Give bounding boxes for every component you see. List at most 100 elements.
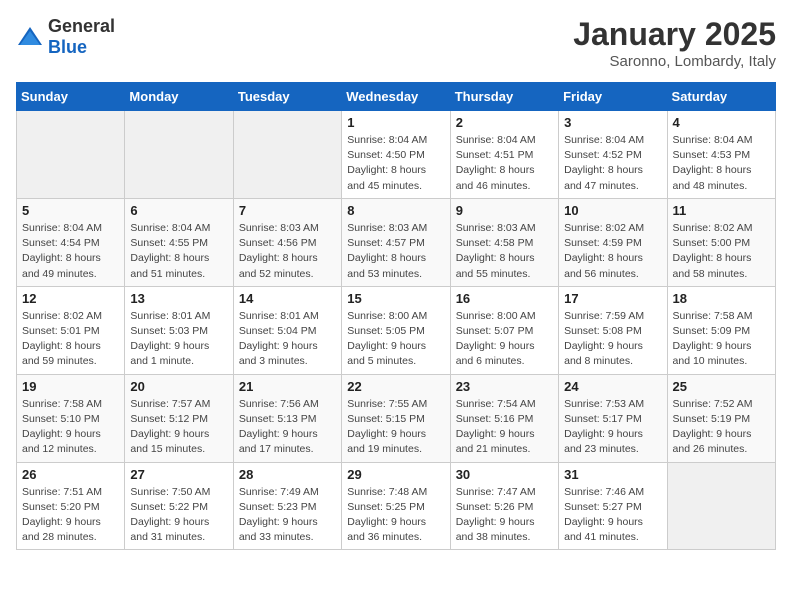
day-number: 2 (456, 115, 553, 130)
calendar-cell: 17 Sunrise: 7:59 AMSunset: 5:08 PMDayligh… (559, 286, 667, 374)
day-info: Sunrise: 7:55 AMSunset: 5:15 PMDaylight:… (347, 397, 444, 458)
day-info: Sunrise: 8:01 AMSunset: 5:03 PMDaylight:… (130, 309, 227, 370)
day-number: 29 (347, 467, 444, 482)
calendar-cell: 5 Sunrise: 8:04 AMSunset: 4:54 PMDaylight… (17, 198, 125, 286)
day-number: 10 (564, 203, 661, 218)
day-info: Sunrise: 8:03 AMSunset: 4:57 PMDaylight:… (347, 221, 444, 282)
weekday-header-thursday: Thursday (450, 83, 558, 111)
day-number: 3 (564, 115, 661, 130)
day-info: Sunrise: 7:48 AMSunset: 5:25 PMDaylight:… (347, 485, 444, 546)
day-info: Sunrise: 7:46 AMSunset: 5:27 PMDaylight:… (564, 485, 661, 546)
calendar-cell: 21Sunrise: 7:56 AMSunset: 5:13 PMDayligh… (233, 374, 341, 462)
calendar-cell (17, 111, 125, 199)
calendar-cell: 12Sunrise: 8:02 AMSunset: 5:01 PMDayligh… (17, 286, 125, 374)
calendar-cell: 16 Sunrise: 8:00 AMSunset: 5:07 PMDayligh… (450, 286, 558, 374)
calendar-cell: 18 Sunrise: 7:58 AMSunset: 5:09 PMDayligh… (667, 286, 775, 374)
calendar-cell: 26 Sunrise: 7:51 AMSunset: 5:20 PMDayligh… (17, 462, 125, 550)
calendar-cell: 11 Sunrise: 8:02 AMSunset: 5:00 PMDayligh… (667, 198, 775, 286)
day-info: Sunrise: 7:52 AMSunset: 5:19 PMDaylight:… (673, 397, 770, 458)
title-area: January 2025 Saronno, Lombardy, Italy (573, 16, 776, 70)
logo-blue: Blue (48, 37, 87, 57)
logo-general: General (48, 16, 115, 36)
weekday-header-row: SundayMondayTuesdayWednesdayThursdayFrid… (17, 83, 776, 111)
day-info: Sunrise: 8:02 AMSunset: 5:00 PMDaylight:… (673, 221, 770, 282)
logo: General Blue (16, 16, 115, 58)
day-info: Sunrise: 7:58 AMSunset: 5:10 PMDaylight:… (22, 397, 119, 458)
calendar-cell: 3 Sunrise: 8:04 AMSunset: 4:52 PMDaylight… (559, 111, 667, 199)
day-number: 5 (22, 203, 119, 218)
calendar-cell: 23Sunrise: 7:54 AMSunset: 5:16 PMDayligh… (450, 374, 558, 462)
day-info: Sunrise: 8:04 AMSunset: 4:55 PMDaylight:… (130, 221, 227, 282)
day-info: Sunrise: 7:58 AMSunset: 5:09 PMDaylight:… (673, 309, 770, 370)
calendar-cell: 7 Sunrise: 8:03 AMSunset: 4:56 PMDaylight… (233, 198, 341, 286)
day-number: 9 (456, 203, 553, 218)
day-number: 30 (456, 467, 553, 482)
calendar-cell: 6Sunrise: 8:04 AMSunset: 4:55 PMDaylight… (125, 198, 233, 286)
day-number: 17 (564, 291, 661, 306)
day-number: 22 (347, 379, 444, 394)
day-number: 16 (456, 291, 553, 306)
day-info: Sunrise: 8:03 AMSunset: 4:56 PMDaylight:… (239, 221, 336, 282)
weekday-header-friday: Friday (559, 83, 667, 111)
calendar-week-5: 26 Sunrise: 7:51 AMSunset: 5:20 PMDayligh… (17, 462, 776, 550)
weekday-header-sunday: Sunday (17, 83, 125, 111)
day-info: Sunrise: 8:04 AMSunset: 4:52 PMDaylight:… (564, 133, 661, 194)
day-info: Sunrise: 8:00 AMSunset: 5:05 PMDaylight:… (347, 309, 444, 370)
day-info: Sunrise: 8:00 AMSunset: 5:07 PMDaylight:… (456, 309, 553, 370)
calendar-cell: 10 Sunrise: 8:02 AMSunset: 4:59 PMDayligh… (559, 198, 667, 286)
day-number: 11 (673, 203, 770, 218)
calendar-cell: 14 Sunrise: 8:01 AMSunset: 5:04 PMDayligh… (233, 286, 341, 374)
calendar-cell: 19 Sunrise: 7:58 AMSunset: 5:10 PMDayligh… (17, 374, 125, 462)
weekday-header-saturday: Saturday (667, 83, 775, 111)
calendar-cell: 30Sunrise: 7:47 AMSunset: 5:26 PMDayligh… (450, 462, 558, 550)
calendar-cell (125, 111, 233, 199)
day-info: Sunrise: 8:02 AMSunset: 4:59 PMDaylight:… (564, 221, 661, 282)
calendar-cell: 28Sunrise: 7:49 AMSunset: 5:23 PMDayligh… (233, 462, 341, 550)
day-number: 7 (239, 203, 336, 218)
calendar-cell: 29 Sunrise: 7:48 AMSunset: 5:25 PMDayligh… (342, 462, 450, 550)
calendar-week-3: 12Sunrise: 8:02 AMSunset: 5:01 PMDayligh… (17, 286, 776, 374)
calendar-cell: 27Sunrise: 7:50 AMSunset: 5:22 PMDayligh… (125, 462, 233, 550)
day-info: Sunrise: 7:57 AMSunset: 5:12 PMDaylight:… (130, 397, 227, 458)
day-number: 25 (673, 379, 770, 394)
calendar-cell: 25 Sunrise: 7:52 AMSunset: 5:19 PMDayligh… (667, 374, 775, 462)
day-number: 26 (22, 467, 119, 482)
calendar-cell: 2Sunrise: 8:04 AMSunset: 4:51 PMDaylight… (450, 111, 558, 199)
day-number: 8 (347, 203, 444, 218)
calendar-cell (667, 462, 775, 550)
day-info: Sunrise: 8:04 AMSunset: 4:53 PMDaylight:… (673, 133, 770, 194)
calendar-cell: 9 Sunrise: 8:03 AMSunset: 4:58 PMDaylight… (450, 198, 558, 286)
calendar-week-1: 1 Sunrise: 8:04 AMSunset: 4:50 PMDaylight… (17, 111, 776, 199)
day-number: 24 (564, 379, 661, 394)
day-info: Sunrise: 7:50 AMSunset: 5:22 PMDaylight:… (130, 485, 227, 546)
calendar-cell: 15Sunrise: 8:00 AMSunset: 5:05 PMDayligh… (342, 286, 450, 374)
day-number: 19 (22, 379, 119, 394)
day-info: Sunrise: 7:56 AMSunset: 5:13 PMDaylight:… (239, 397, 336, 458)
calendar-cell: 4Sunrise: 8:04 AMSunset: 4:53 PMDaylight… (667, 111, 775, 199)
day-info: Sunrise: 8:04 AMSunset: 4:50 PMDaylight:… (347, 133, 444, 194)
day-number: 31 (564, 467, 661, 482)
logo-wordmark: General Blue (48, 16, 115, 58)
day-info: Sunrise: 8:03 AMSunset: 4:58 PMDaylight:… (456, 221, 553, 282)
month-title: January 2025 (573, 16, 776, 53)
day-info: Sunrise: 8:02 AMSunset: 5:01 PMDaylight:… (22, 309, 119, 370)
calendar-cell: 20Sunrise: 7:57 AMSunset: 5:12 PMDayligh… (125, 374, 233, 462)
weekday-header-wednesday: Wednesday (342, 83, 450, 111)
calendar-table: SundayMondayTuesdayWednesdayThursdayFrid… (16, 82, 776, 550)
day-number: 14 (239, 291, 336, 306)
day-info: Sunrise: 7:59 AMSunset: 5:08 PMDaylight:… (564, 309, 661, 370)
day-info: Sunrise: 7:53 AMSunset: 5:17 PMDaylight:… (564, 397, 661, 458)
day-number: 18 (673, 291, 770, 306)
day-info: Sunrise: 8:01 AMSunset: 5:04 PMDaylight:… (239, 309, 336, 370)
calendar-cell: 8 Sunrise: 8:03 AMSunset: 4:57 PMDaylight… (342, 198, 450, 286)
page-header: General Blue January 2025 Saronno, Lomba… (16, 16, 776, 70)
calendar-cell (233, 111, 341, 199)
day-number: 1 (347, 115, 444, 130)
calendar-cell: 31 Sunrise: 7:46 AMSunset: 5:27 PMDayligh… (559, 462, 667, 550)
calendar-cell: 24 Sunrise: 7:53 AMSunset: 5:17 PMDayligh… (559, 374, 667, 462)
logo-icon (16, 25, 44, 49)
day-info: Sunrise: 8:04 AMSunset: 4:54 PMDaylight:… (22, 221, 119, 282)
location-subtitle: Saronno, Lombardy, Italy (573, 53, 776, 70)
day-info: Sunrise: 7:51 AMSunset: 5:20 PMDaylight:… (22, 485, 119, 546)
calendar-week-2: 5 Sunrise: 8:04 AMSunset: 4:54 PMDaylight… (17, 198, 776, 286)
